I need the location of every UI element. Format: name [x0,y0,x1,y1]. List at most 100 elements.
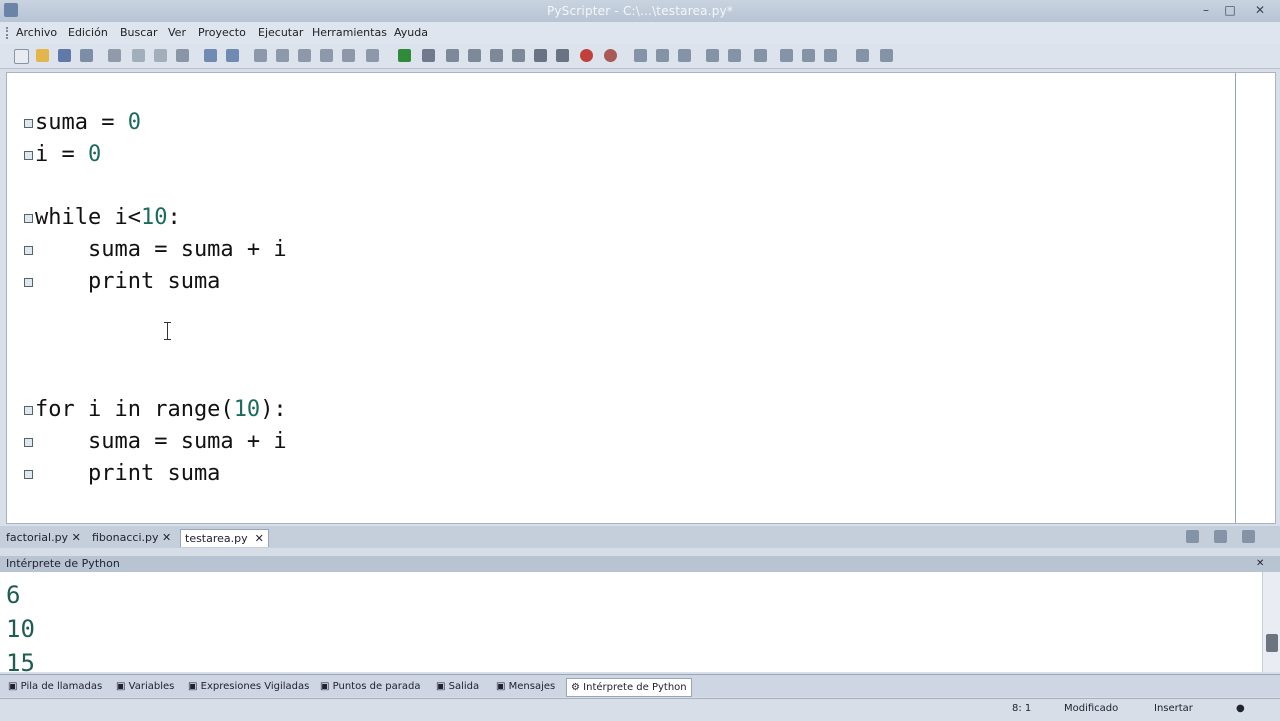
forward-icon[interactable] [656,49,669,62]
tab-factorial[interactable]: factorial.py ✕ [2,529,85,546]
new-file-icon[interactable] [14,49,29,64]
code-line[interactable]: i = 0 [35,141,101,169]
fold-marker-icon[interactable] [24,151,33,160]
console-output-line: 10 [6,615,35,643]
tab-close-icon[interactable]: ✕ [162,531,171,544]
code-line[interactable]: for i in range(10): [35,396,287,424]
tab-list-icon[interactable] [1186,530,1199,543]
menu-edicion[interactable]: Edición [68,26,108,39]
status-ok-icon: ● [1236,703,1245,714]
modified-indicator: Modificado [1064,703,1119,714]
tab-watches[interactable]: ▣ Expresiones Vigiladas [188,678,309,695]
copy-icon[interactable] [154,49,167,62]
options-icon[interactable] [880,49,893,62]
tab-messages[interactable]: ▣ Mensajes [496,678,555,695]
step-over-icon[interactable] [468,49,481,62]
code-line[interactable]: suma = 0 [35,109,141,137]
menu-proyecto[interactable]: Proyecto [198,26,246,39]
clear-breakpoints-icon[interactable] [604,49,617,62]
fold-marker-icon[interactable] [24,470,33,479]
console-output-line: 6 [6,581,21,609]
tabify-icon[interactable] [802,49,815,62]
python-interpreter-console[interactable]: 6 10 15 [0,572,1262,672]
tab-call-stack[interactable]: ▣ Pila de llamadas [8,678,102,695]
fold-marker-icon[interactable] [24,214,33,223]
panel-splitter[interactable] [0,548,1280,556]
find-next-icon[interactable] [276,49,289,62]
save-all-icon[interactable] [80,49,93,62]
step-out-icon[interactable] [490,49,503,62]
tab-breakpoints[interactable]: ▣ Puntos de parada [320,678,420,695]
code-line[interactable]: print suma [35,268,220,296]
redo-icon[interactable] [226,49,239,62]
tab-close-icon[interactable]: ✕ [72,531,81,544]
status-bar: 8: 1 Modificado Insertar ● [0,698,1280,721]
menu-herramientas[interactable]: Herramientas [312,26,387,39]
ibeam-cursor-icon [164,322,174,340]
pause-icon[interactable] [534,49,547,62]
fold-marker-icon[interactable] [24,438,33,447]
fold-marker-icon[interactable] [24,278,33,287]
console-scrollbar[interactable] [1262,572,1280,672]
save-icon[interactable] [58,49,71,62]
debug-icon[interactable] [422,49,435,62]
run-to-cursor-icon[interactable] [512,49,525,62]
open-folder-icon[interactable] [36,49,49,62]
menu-ejecutar[interactable]: Ejecutar [258,26,303,39]
find-icon[interactable] [254,49,267,62]
menu-archivo[interactable]: Archivo [16,26,57,39]
menu-ver[interactable]: Ver [168,26,186,39]
console-output-line: 15 [6,649,35,672]
right-edge-marker [1235,73,1236,523]
menu-bar: Archivo Edición Buscar Ver Proyecto Ejec… [0,22,1280,44]
stop-icon[interactable] [556,49,569,62]
maximize-button[interactable]: □ [1216,1,1244,19]
toolbar [0,44,1280,69]
replace-icon[interactable] [298,49,311,62]
step-into-icon[interactable] [446,49,459,62]
menu-ayuda[interactable]: Ayuda [394,26,428,39]
tab-fibonacci[interactable]: fibonacci.py ✕ [88,529,175,546]
tab-python-interpreter[interactable]: ⚙ Intérprete de Python [566,678,692,697]
paste-icon[interactable] [176,49,189,62]
search-icon[interactable] [366,49,379,62]
dedent-icon[interactable] [728,49,741,62]
code-editor[interactable]: suma = 0 i = 0 while i<10: suma = suma +… [6,72,1276,524]
pin-icon[interactable]: ✕ [1256,556,1264,572]
undo-icon[interactable] [204,49,217,62]
print-icon[interactable] [108,49,121,62]
tab-output[interactable]: ▣ Salida [436,678,479,695]
scrollbar-thumb[interactable] [1266,634,1278,652]
fold-marker-icon[interactable] [24,406,33,415]
indent-icon[interactable] [706,49,719,62]
layout-icon[interactable] [856,49,869,62]
uncomment-icon[interactable] [780,49,793,62]
menu-buscar[interactable]: Buscar [120,26,158,39]
cursor-position: 8: 1 [1012,703,1032,714]
cut-icon[interactable] [132,49,145,62]
run-icon[interactable] [398,49,411,62]
code-line[interactable]: while i<10: [35,204,181,232]
fold-marker-icon[interactable] [24,119,33,128]
title-bar: PyScripter - C:\...\testarea.py* – □ ✕ [0,0,1280,22]
panel-title: Intérprete de Python [6,557,120,570]
code-line[interactable]: print suma [35,460,220,488]
tab-testarea[interactable]: testarea.py ✕ [180,529,269,547]
goto-line-icon[interactable] [320,49,333,62]
fold-marker-icon[interactable] [24,246,33,255]
breakpoint-icon[interactable] [580,49,593,62]
code-line[interactable]: suma = suma + i [35,428,287,456]
untabify-icon[interactable] [824,49,837,62]
back-icon[interactable] [634,49,647,62]
browse-icon[interactable] [678,49,691,62]
close-editor-icon[interactable] [1242,530,1255,543]
match-brace-icon[interactable] [342,49,355,62]
tab-variables[interactable]: ▣ Variables [116,678,174,695]
tab-close-icon[interactable]: ✕ [255,532,264,545]
close-button[interactable]: ✕ [1246,1,1274,19]
split-editor-icon[interactable] [1214,530,1227,543]
tool-window-tabs: ▣ Pila de llamadas ▣ Variables ▣ Expresi… [0,674,1280,697]
file-tab-bar: factorial.py ✕ fibonacci.py ✕ testarea.p… [0,526,1280,549]
code-line[interactable]: suma = suma + i [35,236,287,264]
comment-icon[interactable] [754,49,767,62]
